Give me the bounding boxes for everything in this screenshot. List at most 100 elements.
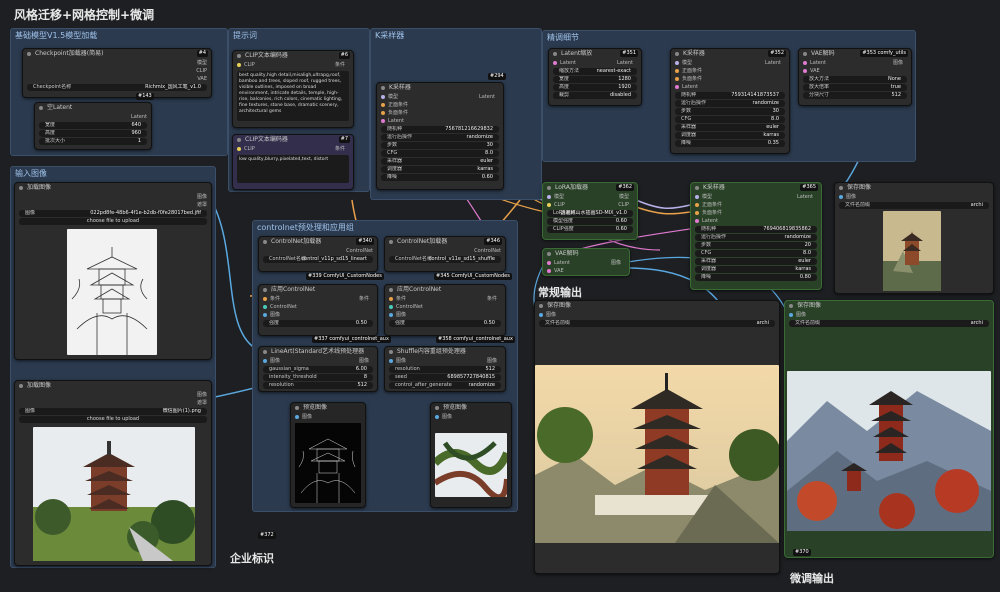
- output-model[interactable]: 模型: [27, 60, 207, 67]
- input-controlnet[interactable]: ControlNet: [389, 304, 501, 311]
- input-negative[interactable]: 负面条件: [695, 210, 817, 217]
- lora-loader-node[interactable]: LoRA加载器 #362 模型 模型 CLIP CLIP LoRA名称 国潮风山水插画…: [542, 182, 638, 240]
- input-clip[interactable]: CLIP CLIP: [547, 202, 633, 209]
- model-strength-widget[interactable]: 模型强度 0.60: [547, 218, 633, 225]
- output-image[interactable]: 图像: [19, 194, 207, 201]
- sampler-widget[interactable]: 采样器 euler: [381, 158, 499, 165]
- upscale-method-widget[interactable]: 放大方法 None: [803, 76, 907, 83]
- control-widget[interactable]: 运行后操作 randomize: [381, 134, 499, 141]
- prompt-textarea[interactable]: best quality,high detail,misaligh,ultrap…: [237, 71, 349, 121]
- output-image[interactable]: 图像: [19, 392, 207, 399]
- input-image[interactable]: 图像: [435, 414, 507, 421]
- sampler-widget[interactable]: 采样器 euler: [695, 258, 817, 265]
- input-model[interactable]: 模型 Latent: [695, 194, 817, 201]
- save-image-node-small[interactable]: 保存图像 #354 图像 文件名前缀archi: [834, 182, 994, 294]
- gaussian-sigma-widget[interactable]: gaussian_sigma 6.00: [263, 366, 373, 373]
- intensity-threshold-widget[interactable]: intensity_threshold 8: [263, 374, 373, 381]
- controlnet-name-widget[interactable]: ControlNet名称 control_v11e_sd15_shuffle: [389, 256, 501, 263]
- vae-decode-node-2[interactable]: VAE解码 #353 comfy_utils Latent 图像 VAE 放大方法…: [798, 48, 912, 106]
- strength-widget[interactable]: 强度 0.50: [389, 320, 501, 327]
- upload-button[interactable]: choose file to upload: [19, 218, 207, 225]
- controlnet-apply-node-1[interactable]: 应用ControlNet 条件 条件 ControlNet 图像 强度 0.50: [258, 284, 378, 336]
- ckpt-name-widget[interactable]: Checkpoint名称 Richmix_国风工笔_v1.0: [27, 84, 207, 91]
- input-latent[interactable]: Latent: [675, 84, 785, 91]
- latent-upscale-node[interactable]: Latent缩放 #351 Latent Latent 缩放方法 nearest-e…: [548, 48, 642, 106]
- height-widget[interactable]: 高度 960: [39, 130, 147, 137]
- empty-latent-node[interactable]: 空Latent Latent 宽度 640 高度 960 批次大小 1: [34, 102, 152, 150]
- strength-widget[interactable]: 强度 0.50: [263, 320, 373, 327]
- seed-widget[interactable]: 随机种 769406819835862: [695, 226, 817, 233]
- input-image[interactable]: 图像: [295, 414, 361, 421]
- width-widget[interactable]: 宽度 640: [39, 122, 147, 129]
- input-positive[interactable]: 正面条件: [381, 102, 499, 109]
- input-negative[interactable]: 负面条件: [381, 110, 499, 117]
- controlnet-loader-node-1[interactable]: ControlNet加载器 #340 ControlNet ControlNet…: [258, 236, 378, 272]
- input-conditioning[interactable]: 条件 条件: [263, 296, 373, 303]
- method-widget[interactable]: 缩放方法 nearest-exact: [553, 68, 637, 75]
- filename-prefix-widget[interactable]: 文件名前缀 archi: [839, 202, 989, 209]
- lineart-preprocessor-node[interactable]: LineArt(Standard艺术线预处理器 图像 图像 gaussian_si…: [258, 346, 378, 392]
- input-image[interactable]: 图像: [839, 194, 989, 201]
- input-image[interactable]: 图像 图像: [263, 358, 373, 365]
- input-positive[interactable]: 正面条件: [695, 202, 817, 209]
- crop-widget[interactable]: 裁剪 disabled: [553, 92, 637, 99]
- seed-widget[interactable]: 随机种 759314141873537: [675, 92, 785, 99]
- input-image[interactable]: 图像: [789, 312, 989, 319]
- output-controlnet[interactable]: ControlNet: [263, 248, 373, 255]
- output-vae[interactable]: VAE: [27, 76, 207, 83]
- lora-name-widget[interactable]: LoRA名称 国潮风山水插画SD-MIX_v1.0: [547, 210, 633, 217]
- input-conditioning[interactable]: 条件 条件: [389, 296, 501, 303]
- input-model[interactable]: 模型 Latent: [381, 94, 499, 101]
- input-image[interactable]: 图像: [389, 312, 501, 319]
- upscale-ratio-widget[interactable]: 放大倍率 true: [803, 84, 907, 91]
- seed-widget[interactable]: seed 689857727840815: [389, 374, 501, 381]
- width-widget[interactable]: 宽度 1280: [553, 76, 637, 83]
- cfg-widget[interactable]: CFG 8.0: [381, 150, 499, 157]
- controlnet-apply-node-2[interactable]: 应用ControlNet 条件 条件 ControlNet 图像 强度 0.50: [384, 284, 506, 336]
- vae-decode-node-1[interactable]: VAE解码 #367 Latent图像 VAE: [542, 248, 630, 276]
- shuffle-preprocessor-node[interactable]: Shuffle内容重组预处理器 图像 图像 resolution 512 seed 6…: [384, 346, 506, 392]
- scheduler-widget[interactable]: 调度器 karras: [381, 166, 499, 173]
- input-latent[interactable]: Latent 图像: [547, 260, 625, 267]
- save-image-node-regular[interactable]: 保存图像 #309 图像 文件名前缀archi: [534, 300, 780, 574]
- resolution-widget[interactable]: resolution 512: [263, 382, 373, 389]
- image-select-widget[interactable]: 图像 022pd8fe-48b6-4f1e-b2db-f0fe28017bed.j…: [19, 210, 207, 217]
- load-image-node-1[interactable]: 加载图像 #336 图像 遮罩 图像022pd8fe-48b6-4f1e-b2d…: [14, 182, 212, 360]
- ksampler-node-1[interactable]: K采样器 模型 Latent 正面条件 负面条件 Latent 随机种 756781…: [376, 82, 504, 190]
- input-clip[interactable]: CLIP 条件: [237, 62, 349, 69]
- steps-widget[interactable]: 步数 30: [675, 108, 785, 115]
- input-image[interactable]: 图像 图像: [389, 358, 501, 365]
- input-latent[interactable]: Latent 图像: [803, 60, 907, 67]
- load-image-node-2[interactable]: 加载图像 #344 图像 遮罩 图像微信图片(1).png choose fil…: [14, 380, 212, 566]
- output-latent[interactable]: Latent: [39, 114, 147, 121]
- filename-prefix-widget[interactable]: 文件名前缀 archi: [789, 320, 989, 327]
- control-widget[interactable]: 运行后操作 randomize: [675, 100, 785, 107]
- input-latent[interactable]: Latent: [381, 118, 499, 125]
- cfg-widget[interactable]: CFG 8.0: [675, 116, 785, 123]
- denoise-widget[interactable]: 降噪 0.60: [381, 174, 499, 181]
- denoise-widget[interactable]: 降噪 0.35: [675, 140, 785, 147]
- checkpoint-loader-node[interactable]: Checkpoint加载器(简易) #4 模型 CLIP VAE Checkpo…: [22, 48, 212, 98]
- input-vae[interactable]: VAE: [547, 268, 625, 275]
- upload-button[interactable]: choose file to upload: [19, 416, 207, 423]
- prompt-textarea[interactable]: low quality,blurry,pixelated,text, disto…: [237, 155, 349, 183]
- output-controlnet[interactable]: ControlNet: [389, 248, 501, 255]
- clip-text-encode-negative[interactable]: CLIP文本编码器 #7 CLIP 条件 low quality,blurry,p…: [232, 134, 354, 190]
- input-model[interactable]: 模型 Latent: [675, 60, 785, 67]
- image-select-widget[interactable]: 图像 微信图片(1).png: [19, 408, 207, 415]
- seed-widget[interactable]: 随机种 756781216629832: [381, 126, 499, 133]
- controlnet-name-widget[interactable]: ControlNet名称 control_v11p_sd15_lineart: [263, 256, 373, 263]
- steps-widget[interactable]: 步数 30: [381, 142, 499, 149]
- resolution-widget[interactable]: resolution 512: [389, 366, 501, 373]
- control-after-generate-widget[interactable]: control_after_generate randomize: [389, 382, 501, 389]
- input-image[interactable]: 图像: [263, 312, 373, 319]
- steps-widget[interactable]: 步数 20: [695, 242, 817, 249]
- controlnet-loader-node-2[interactable]: ControlNet加载器 #346 ControlNet ControlNet…: [384, 236, 506, 272]
- scheduler-widget[interactable]: 调度器 karras: [675, 132, 785, 139]
- ksampler-node-3[interactable]: K采样器 #365 模型 Latent 正面条件 负面条件 Latent 随机种 7…: [690, 182, 822, 290]
- filename-prefix-widget[interactable]: 文件名前缀 archi: [539, 320, 775, 327]
- input-image[interactable]: 图像: [539, 312, 775, 319]
- clip-strength-widget[interactable]: CLIP强度 0.60: [547, 226, 633, 233]
- input-positive[interactable]: 正面条件: [675, 68, 785, 75]
- clip-text-encode-positive[interactable]: CLIP文本编码器 #6 CLIP 条件 best quality,high de…: [232, 50, 354, 128]
